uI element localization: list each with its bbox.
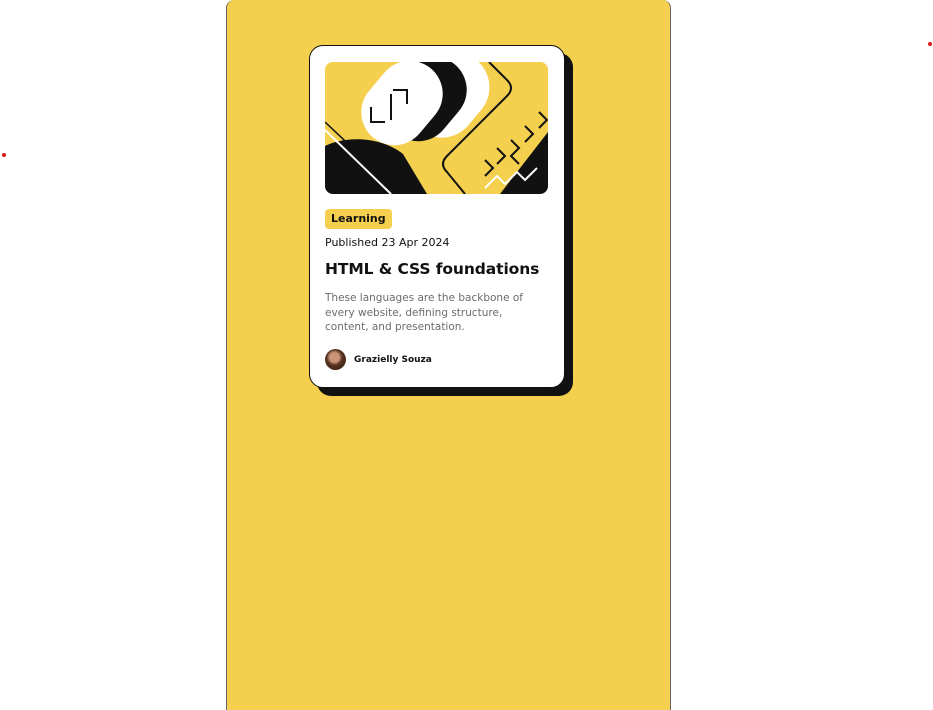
blog-preview-card: Learning Published 23 Apr 2024 HTML & CS… (309, 45, 565, 388)
author-name: Grazielly Souza (354, 354, 432, 365)
card-description: These languages are the backbone of ever… (325, 292, 523, 333)
published-date: Published 23 Apr 2024 (325, 236, 450, 249)
abstract-illustration-icon (325, 62, 548, 194)
category-tag: Learning (325, 209, 392, 229)
card-title[interactable]: HTML & CSS foundations (325, 260, 539, 278)
author-avatar-icon (325, 349, 346, 370)
marker-dot (2, 153, 6, 157)
marker-dot (928, 42, 932, 46)
hero-illustration (325, 62, 548, 194)
author-info: Grazielly Souza (325, 349, 432, 370)
